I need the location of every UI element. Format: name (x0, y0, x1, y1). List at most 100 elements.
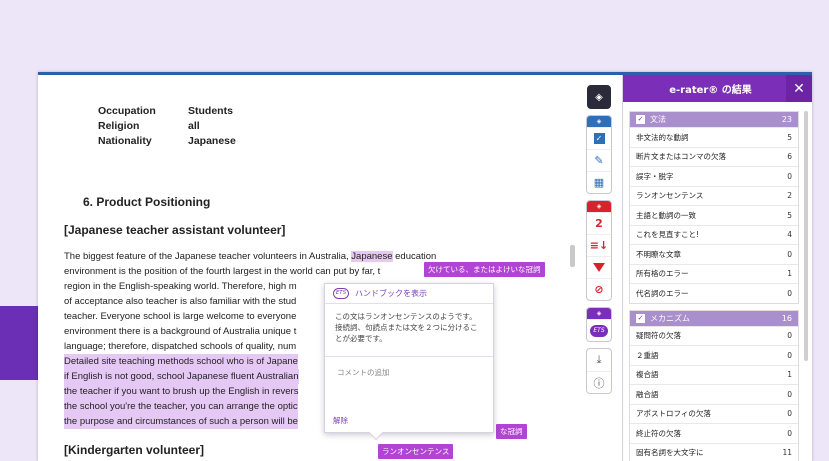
text-line-content: of acceptance also teacher is also famil… (64, 296, 296, 307)
result-row[interactable]: 終止符の欠落 0 (630, 423, 798, 443)
result-row[interactable]: これを見直すこと! 4 (630, 224, 798, 245)
download-icon: ⤓ (596, 353, 602, 366)
text-line-content: if English is not good, school Japanese … (64, 369, 299, 384)
result-label: 終止符の欠落 (636, 428, 681, 438)
text-line: Detailed site teaching methods school wh… (64, 354, 574, 369)
result-count: 1 (787, 370, 792, 380)
error-count-button[interactable]: 2 (587, 212, 611, 234)
result-category: ✓ 文法 23 非文法的な動詞 5 断片文またはコンマの欠落 6 誤字・脱字 0 ランオンセンテン… (629, 111, 799, 304)
text-segment: region in the English-speaking world. Th… (64, 281, 297, 292)
text-segment: Detailed site teaching methods school wh… (64, 356, 298, 367)
result-count: 0 (787, 389, 792, 399)
result-row[interactable]: ランオンセンテンス 2 (630, 185, 798, 206)
close-icon[interactable]: ✕ (786, 75, 812, 102)
sort-tool-button[interactable]: ≡↓ (587, 234, 611, 256)
result-row[interactable]: 融合語 0 (630, 384, 798, 404)
panel-header: e-rater® の結果 ✕ (623, 75, 812, 102)
info-row: Religion all (98, 120, 200, 132)
checkbox-icon[interactable]: ✓ (636, 313, 645, 323)
result-row[interactable]: 誤字・脱字 0 (630, 166, 798, 186)
text-segment: teacher. Everyone school is large welcom… (64, 311, 297, 322)
text-line: teacher. Everyone school is large welcom… (64, 309, 574, 324)
highlighted-word[interactable]: Japanese (351, 251, 393, 262)
error-popup: ETS ハンドブックを表示 この文はランオンセンテンスのようです。接続詞、句読点… (324, 283, 494, 441)
edit-tool-button[interactable]: ✎ (587, 149, 611, 171)
text-line: environment there is a background of Aus… (64, 324, 574, 339)
result-row[interactable]: 所有格のエラー 1 (630, 263, 798, 284)
text-line-content: the school you're the teacher, you can a… (64, 399, 298, 414)
document-scrollbar[interactable] (570, 245, 575, 267)
result-row[interactable]: 複合語 1 (630, 364, 798, 385)
section-title: 6. Product Positioning (83, 195, 211, 209)
layers-small-icon: ◈ (587, 116, 611, 127)
result-row[interactable]: 固有名詞を大文字に 11 (630, 442, 798, 461)
text-line-content: language; therefore, dispatched schools … (64, 341, 296, 352)
text-segment: the teacher if you want to brush up the … (64, 386, 299, 397)
result-row[interactable]: ２重語 0 (630, 345, 798, 365)
error-tag-article-2[interactable]: な冠詞 (496, 424, 527, 439)
info-row: Nationality Japanese (98, 135, 236, 147)
comment-input[interactable]: コメントの追加 (325, 357, 493, 413)
text-segment: language; therefore, dispatched schools … (64, 341, 297, 352)
layers-icon: ◈ (595, 91, 603, 103)
checkbox-icon[interactable]: ✓ (636, 115, 645, 124)
info-button[interactable]: ⓘ (587, 371, 611, 393)
info-icon: ⓘ (593, 376, 605, 390)
result-row[interactable]: 断片文またはコンマの欠落 6 (630, 146, 798, 167)
sub-heading: [Japanese teacher assistant volunteer] (64, 223, 286, 237)
handbook-link[interactable]: ハンドブックを表示 (355, 288, 427, 299)
error-tag-run-on[interactable]: ランオンセンテンス (378, 444, 454, 459)
toolbar-group-blue: ◈ ✓ ✎ ▦ (586, 115, 612, 194)
block-tool-button[interactable]: ⊘ (587, 278, 611, 300)
result-category: ✓ メカニズム 16 疑問符の欠落 0 ２重語 0 複合語 1 融合語 0 アポストロフィの欠落 0 終止… (629, 309, 799, 461)
dismiss-button[interactable]: 解除 (333, 415, 348, 426)
result-row[interactable]: 非文法的な動詞 5 (630, 127, 798, 147)
result-row[interactable]: アポストロフィの欠落 0 (630, 403, 798, 424)
text-line: the school you're the teacher, you can a… (64, 399, 574, 414)
result-row[interactable]: 代名詞のエラー 0 (630, 283, 798, 303)
text-line-content: The biggest feature of the Japanese teac… (64, 251, 436, 262)
text-line-content: environment is the position of the fourt… (64, 266, 380, 277)
result-label: 固有名詞を大文字に (636, 448, 704, 458)
result-label: 主語と動詞の一致 (636, 210, 696, 220)
panel-scrollbar[interactable] (804, 111, 808, 361)
edit-icon: ✎ (594, 154, 604, 167)
result-count: 11 (782, 448, 792, 458)
text-segment: education (392, 251, 437, 262)
text-segment: if English is not good, school Japanese … (64, 371, 299, 382)
ets-tool-button[interactable]: ETS (587, 319, 611, 341)
category-header[interactable]: ✓ メカニズム 16 (630, 310, 798, 326)
ets-logo-icon: ETS (333, 288, 349, 299)
layers-small-icon: ◈ (587, 308, 611, 319)
text-segment: the school you're the teacher, you can a… (64, 401, 298, 412)
text-line: the teacher if you want to brush up the … (64, 384, 574, 399)
download-button[interactable]: ⤓ (587, 349, 611, 371)
category-label: メカニズム (650, 313, 690, 323)
result-row[interactable]: 主語と動詞の一致 5 (630, 205, 798, 225)
ets-icon: ETS (590, 324, 608, 337)
result-count: 0 (787, 288, 792, 298)
layers-button[interactable]: ◈ (587, 85, 611, 109)
grid-tool-button[interactable]: ▦ (587, 171, 611, 193)
grid-icon: ▦ (593, 176, 605, 189)
layers-small-icon: ◈ (587, 201, 611, 212)
result-label: 誤字・脱字 (636, 171, 674, 181)
category-header[interactable]: ✓ 文法 23 (630, 112, 798, 127)
text-line-content: the purpose and circumstances of such a … (64, 414, 298, 429)
result-row[interactable]: 疑問符の欠落 0 (630, 325, 798, 346)
text-line: if English is not good, school Japanese … (64, 369, 574, 384)
result-row[interactable]: 不明瞭な文章 0 (630, 244, 798, 264)
checkbox-tool-button[interactable]: ✓ (587, 127, 611, 149)
error-tag-article[interactable]: 欠けている、またはよけいな冠詞 (424, 262, 545, 277)
document-pane: Occupation Students Religion all Nationali… (38, 75, 578, 461)
block-icon: ⊘ (594, 283, 604, 296)
text-line-content: teacher. Everyone school is large welcom… (64, 311, 296, 322)
result-label: 複合語 (636, 370, 659, 380)
popup-header[interactable]: ETS ハンドブックを表示 (325, 284, 493, 304)
result-count: 0 (787, 171, 792, 181)
result-label: これを見直すこと! (636, 230, 700, 240)
result-label: ２重語 (636, 350, 659, 360)
checkbox-icon: ✓ (593, 133, 605, 144)
result-label: ランオンセンテンス (636, 191, 704, 201)
filter-tool-button[interactable] (587, 256, 611, 278)
